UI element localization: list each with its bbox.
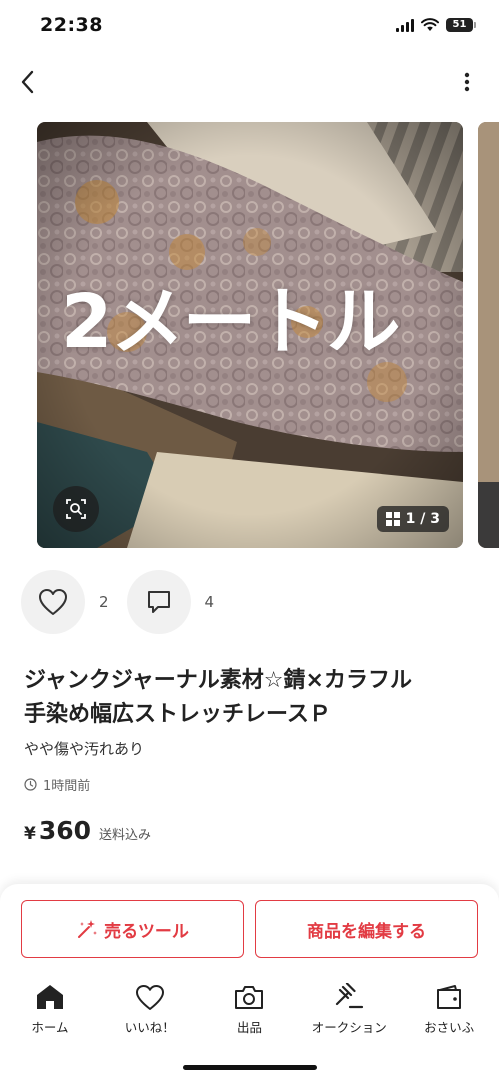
image-carousel[interactable]: 2メートル 1 / 3 — [0, 122, 499, 548]
grid-icon — [385, 512, 400, 526]
battery-icon: 51 — [446, 18, 476, 32]
next-photo — [478, 122, 499, 548]
item-actions: 2 4 — [21, 570, 232, 634]
image-overlay-text: 2メートル — [61, 279, 400, 365]
tab-likes-label: いいね！ — [124, 1020, 175, 1035]
back-button[interactable] — [12, 66, 44, 98]
heart-icon — [135, 982, 165, 1012]
comment-count: 4 — [204, 593, 215, 611]
tab-likes[interactable]: いいね！ — [100, 980, 200, 1044]
magic-wand-icon — [78, 920, 98, 938]
chevron-left-icon — [21, 70, 34, 94]
tab-home-label: ホーム — [31, 1020, 69, 1035]
status-bar: 22:38 51 — [0, 0, 499, 54]
edit-item-button[interactable]: 商品を編集する — [255, 900, 478, 958]
status-time: 22:38 — [40, 14, 103, 36]
comment-icon — [147, 591, 170, 613]
posted-time-text: 1時間前 — [43, 779, 91, 794]
tab-wallet-label: おさいふ — [424, 1020, 475, 1035]
item-title-line2: 手染め幅広ストレッチレースＰ — [24, 702, 331, 727]
next-product-image[interactable] — [478, 122, 499, 548]
signal-icon — [396, 18, 414, 32]
more-options-button[interactable] — [457, 66, 477, 98]
image-counter-badge: 1 / 3 — [376, 506, 449, 532]
price-row: ¥ 360 送料込み — [24, 816, 151, 845]
shipping-label: 送料込み — [99, 828, 152, 843]
sell-tool-button[interactable]: 売るツール — [21, 900, 244, 958]
item-condition: やや傷や汚れあり — [24, 740, 145, 758]
image-counter-text: 1 / 3 — [405, 511, 440, 527]
tab-sell[interactable]: 出品 — [200, 980, 300, 1044]
tab-sell-label: 出品 — [236, 1020, 262, 1035]
product-image[interactable]: 2メートル 1 / 3 — [37, 122, 463, 548]
tab-wallet[interactable]: おさいふ — [399, 980, 499, 1044]
sell-tool-label: 売るツール — [104, 921, 189, 942]
price-currency: ¥ — [24, 824, 36, 844]
zoom-search-icon — [66, 499, 86, 519]
like-count: 2 — [99, 593, 109, 611]
item-title: ジャンクジャーナル素材☆錆×カラフル 手染め幅広ストレッチレースＰ — [24, 664, 484, 732]
action-buttons: 売るツール 商品を編集する — [21, 900, 478, 958]
camera-icon — [234, 982, 264, 1012]
item-title-line1: ジャンクジャーナル素材☆錆×カラフル — [24, 668, 412, 693]
heart-icon — [39, 589, 67, 615]
wallet-icon — [434, 982, 464, 1012]
tab-auction-label: オークション — [311, 1020, 387, 1035]
tab-auction[interactable]: オークション — [299, 980, 399, 1044]
edit-item-label: 商品を編集する — [307, 921, 426, 942]
nav-bar — [0, 54, 499, 110]
bottom-tab-bar: ホーム いいね！ 出品 オークション おさいふ — [0, 980, 499, 1044]
bottom-panel: 売るツール 商品を編集する ホーム いいね！ 出品 オークション おさいふ — [0, 884, 499, 1080]
gavel-icon — [334, 982, 364, 1012]
home-icon — [35, 982, 65, 1012]
price-value: 360 — [38, 816, 92, 845]
tab-home[interactable]: ホーム — [0, 980, 100, 1044]
comment-button[interactable] — [126, 570, 191, 634]
zoom-button[interactable] — [53, 486, 99, 532]
more-vertical-icon — [464, 72, 470, 92]
status-icons: 51 — [396, 18, 476, 32]
clock-icon — [24, 778, 37, 791]
like-button[interactable] — [21, 570, 85, 634]
wifi-icon — [421, 18, 439, 31]
posted-time: 1時間前 — [24, 775, 90, 794]
home-indicator — [183, 1065, 317, 1070]
